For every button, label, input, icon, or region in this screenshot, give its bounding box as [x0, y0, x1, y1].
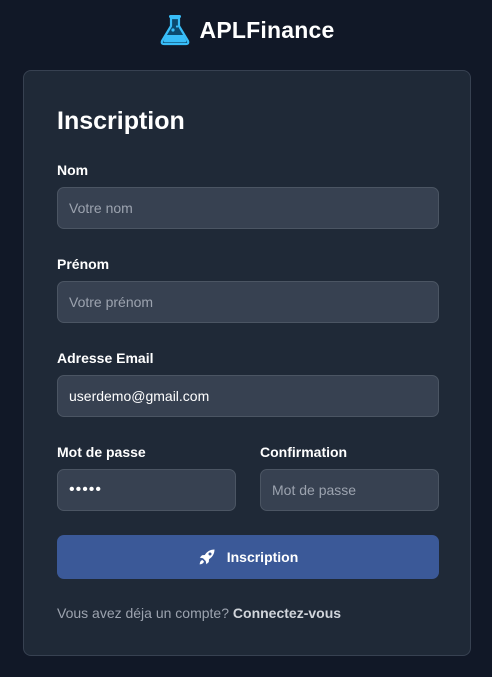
rocket-icon [199, 549, 215, 565]
registration-card: Inscription Nom Prénom Adresse Email Mot… [23, 70, 471, 656]
flask-icon [160, 15, 189, 46]
page-title: Inscription [57, 107, 185, 135]
prenom-label: Prénom [57, 256, 110, 272]
inscription-button[interactable]: Inscription [57, 535, 439, 579]
password-label: Mot de passe [57, 444, 146, 460]
confirmation-label: Confirmation [260, 444, 348, 460]
brand-name: APLFinance [199, 16, 335, 43]
login-link[interactable]: Connectez-vous [233, 605, 341, 621]
nom-label: Nom [57, 162, 89, 178]
email-label: Adresse Email [57, 350, 154, 366]
email-input[interactable] [57, 375, 439, 417]
prenom-input[interactable] [57, 281, 439, 323]
login-prompt-text: Vous avez déja un compte? [57, 605, 230, 621]
nom-input[interactable] [57, 187, 439, 229]
inscription-button-label: Inscription [226, 549, 299, 565]
brand-header: APLFinance [0, 12, 492, 48]
login-prompt: Vous avez déja un compte? Connectez-vous [57, 605, 341, 621]
confirmation-input[interactable] [260, 469, 439, 511]
password-input[interactable] [57, 469, 236, 511]
